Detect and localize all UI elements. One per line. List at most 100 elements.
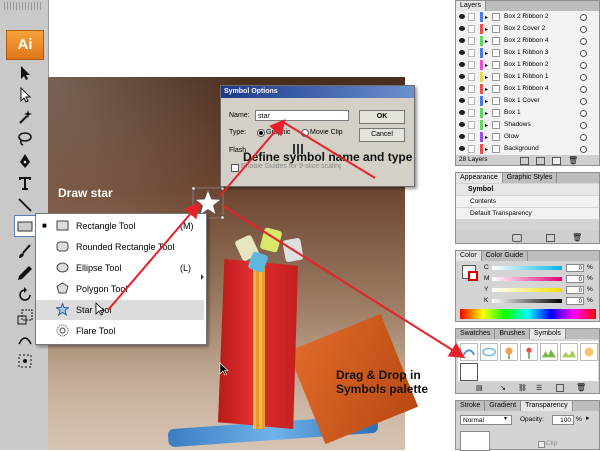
target-circle-icon[interactable]: [580, 62, 587, 69]
duplicate-item-icon[interactable]: [546, 234, 555, 242]
new-layer-icon[interactable]: [552, 157, 561, 165]
tab-brushes[interactable]: Brushes: [495, 329, 531, 339]
appearance-row-transparency[interactable]: Default Transparency: [456, 208, 599, 219]
color-spectrum-ramp[interactable]: [460, 309, 596, 319]
lock-toggle[interactable]: [468, 13, 475, 21]
visibility-eye-icon[interactable]: [459, 86, 465, 91]
tab-stroke[interactable]: Stroke: [456, 401, 486, 411]
symbol-tile[interactable]: [500, 343, 518, 361]
pen-tool[interactable]: [14, 150, 36, 172]
tab-transparency[interactable]: Transparency: [521, 401, 573, 411]
clear-appearance-icon[interactable]: [512, 234, 522, 242]
flyout-item-star[interactable]: Star Tool: [36, 300, 204, 320]
warp-tool[interactable]: [14, 328, 36, 350]
type-tool[interactable]: [14, 172, 36, 194]
pencil-tool[interactable]: [14, 262, 36, 284]
lock-toggle[interactable]: [468, 109, 475, 117]
visibility-eye-icon[interactable]: [459, 38, 465, 43]
visibility-eye-icon[interactable]: [459, 134, 465, 139]
ok-button[interactable]: OK: [359, 110, 405, 124]
panel-grip[interactable]: [4, 2, 42, 10]
target-circle-icon[interactable]: [580, 14, 587, 21]
target-circle-icon[interactable]: [580, 146, 587, 153]
lock-toggle[interactable]: [468, 49, 475, 57]
visibility-eye-icon[interactable]: [459, 122, 465, 127]
rotate-tool[interactable]: [14, 284, 36, 306]
visibility-eye-icon[interactable]: [459, 98, 465, 103]
tab-swatches[interactable]: Swatches: [456, 329, 496, 339]
target-circle-icon[interactable]: [580, 74, 587, 81]
channel-slider-track[interactable]: [492, 299, 562, 303]
flyout-tearoff-arrow-icon[interactable]: [201, 274, 204, 280]
channel-slider-track[interactable]: [492, 288, 562, 292]
tab-gradient[interactable]: Gradient: [485, 401, 522, 411]
symbol-tile[interactable]: [580, 343, 598, 361]
stroke-swatch[interactable]: [468, 271, 478, 281]
opacity-slider-arrow-icon[interactable]: ▸: [586, 414, 590, 422]
tab-layers[interactable]: Layers: [456, 1, 487, 11]
channel-slider-track[interactable]: [492, 266, 562, 270]
lock-toggle[interactable]: [468, 61, 475, 69]
target-circle-icon[interactable]: [580, 110, 587, 117]
lasso-tool[interactable]: [14, 128, 36, 150]
target-circle-icon[interactable]: [580, 50, 587, 57]
symbol-tile[interactable]: [520, 343, 538, 361]
flyout-item-rectangle[interactable]: ■ Rectangle Tool (M): [36, 216, 204, 236]
visibility-eye-icon[interactable]: [459, 74, 465, 79]
channel-slider-track[interactable]: [492, 277, 562, 281]
visibility-eye-icon[interactable]: [459, 62, 465, 67]
flyout-item-polygon[interactable]: Polygon Tool: [36, 279, 204, 299]
channel-value-input[interactable]: 0: [566, 286, 584, 294]
scale-tool[interactable]: [14, 306, 36, 328]
target-circle-icon[interactable]: [580, 38, 587, 45]
direct-selection-tool[interactable]: [14, 84, 36, 106]
cancel-button[interactable]: Cancel: [359, 128, 405, 142]
lock-toggle[interactable]: [468, 25, 475, 33]
tab-symbols[interactable]: Symbols: [530, 329, 566, 339]
visibility-eye-icon[interactable]: [459, 50, 465, 55]
target-circle-icon[interactable]: [580, 122, 587, 129]
delete-layer-icon[interactable]: 🗑: [568, 156, 578, 166]
selection-tool[interactable]: [14, 62, 36, 84]
lock-toggle[interactable]: [468, 133, 475, 141]
symbol-tile[interactable]: [560, 343, 578, 361]
target-circle-icon[interactable]: [580, 98, 587, 105]
delete-item-icon[interactable]: 🗑: [572, 233, 582, 242]
symbol-tile[interactable]: [480, 343, 498, 361]
delete-symbol-icon[interactable]: 🗑: [576, 383, 586, 392]
visibility-eye-icon[interactable]: [459, 26, 465, 31]
visibility-eye-icon[interactable]: [459, 146, 465, 151]
flyout-item-flare[interactable]: Flare Tool: [36, 321, 204, 341]
paintbrush-tool[interactable]: [14, 240, 36, 262]
lock-toggle[interactable]: [468, 37, 475, 45]
type-graphic-radio[interactable]: [257, 129, 265, 137]
place-symbol-icon[interactable]: ↘: [500, 384, 506, 392]
lock-toggle[interactable]: [468, 85, 475, 93]
clip-checkbox[interactable]: [538, 441, 545, 448]
symbol-tile[interactable]: [460, 343, 478, 361]
break-link-icon[interactable]: ⛓: [518, 384, 527, 392]
rectangle-tool[interactable]: [14, 215, 36, 237]
new-star-symbol-tile[interactable]: [460, 363, 478, 381]
appearance-row-contents[interactable]: Contents: [456, 196, 599, 207]
visibility-eye-icon[interactable]: [459, 14, 465, 19]
lock-toggle[interactable]: [468, 73, 475, 81]
target-circle-icon[interactable]: [580, 26, 587, 33]
flyout-item-ellipse[interactable]: Ellipse Tool (L): [36, 258, 204, 278]
opacity-input[interactable]: 100: [552, 415, 574, 425]
dialog-titlebar[interactable]: Symbol Options: [221, 86, 414, 98]
tab-appearance[interactable]: Appearance: [456, 173, 503, 183]
line-tool[interactable]: [14, 194, 36, 216]
lock-toggle[interactable]: [468, 97, 475, 105]
tab-color-guide[interactable]: Color Guide: [482, 251, 529, 261]
new-symbol-icon[interactable]: [556, 384, 564, 392]
channel-value-input[interactable]: 0: [566, 297, 584, 305]
symbol-tile[interactable]: [540, 343, 558, 361]
make-clipping-mask-icon[interactable]: [520, 157, 529, 165]
channel-value-input[interactable]: 0: [566, 275, 584, 283]
tab-color[interactable]: Color: [456, 251, 482, 261]
tab-graphic-styles[interactable]: Graphic Styles: [503, 173, 558, 183]
symbol-name-input[interactable]: star: [255, 110, 349, 121]
lock-toggle[interactable]: [468, 145, 475, 153]
visibility-eye-icon[interactable]: [459, 110, 465, 115]
